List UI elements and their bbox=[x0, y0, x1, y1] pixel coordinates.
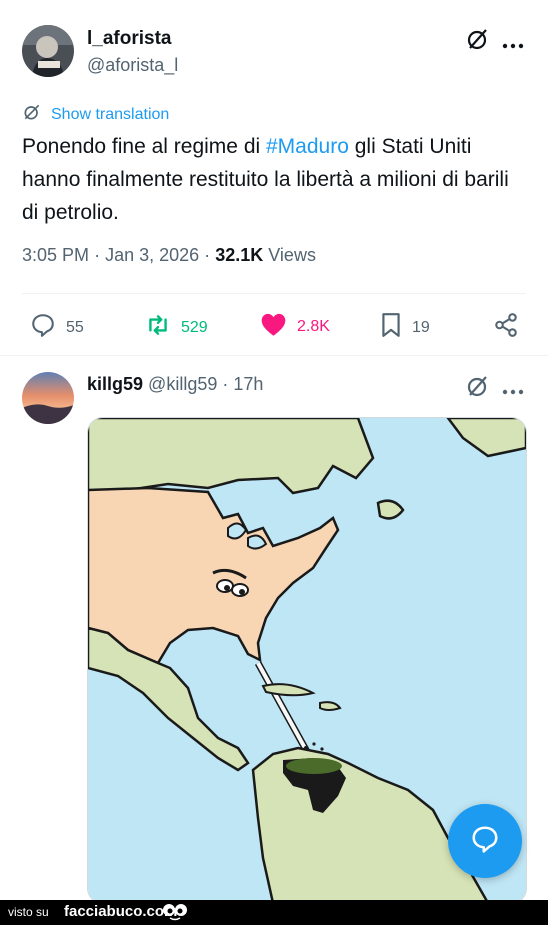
views-count: 32.1K bbox=[215, 245, 264, 265]
heart-icon bbox=[260, 312, 287, 342]
reply-avatar[interactable] bbox=[22, 372, 74, 424]
retweet-button[interactable]: 529 bbox=[145, 312, 208, 343]
reply-icon bbox=[30, 312, 56, 343]
tweet-text-before: Ponendo fine al regime di bbox=[22, 135, 266, 158]
visto-su-label: visto su bbox=[8, 905, 49, 919]
views-label: Views bbox=[268, 245, 316, 265]
like-count: 2.8K bbox=[297, 318, 330, 335]
grok-icon[interactable] bbox=[466, 27, 490, 51]
more-options-icon[interactable] bbox=[502, 36, 524, 49]
like-button[interactable]: 2.8K bbox=[260, 312, 330, 342]
watermark-bar: visto su facciabuco.com bbox=[0, 900, 548, 925]
tweet-metadata: 3:05 PM · Jan 3, 2026 · 32.1K Views bbox=[22, 245, 316, 266]
reply-separator: · bbox=[222, 374, 229, 394]
brand-label: facciabuco.com bbox=[64, 903, 178, 920]
brand-logo-icon bbox=[162, 902, 188, 927]
bookmark-count: 19 bbox=[412, 318, 430, 336]
reply-count: 55 bbox=[66, 318, 84, 336]
tweet-text: Ponendo fine al regime di #Maduro gli St… bbox=[22, 130, 522, 229]
retweet-icon bbox=[145, 312, 171, 343]
retweet-count: 529 bbox=[181, 318, 208, 336]
divider bbox=[0, 355, 548, 356]
tweet-time[interactable]: 3:05 PM bbox=[22, 245, 89, 265]
divider bbox=[22, 293, 526, 294]
reply-author-handle[interactable]: @killg59 bbox=[148, 374, 217, 394]
meta-separator: · bbox=[204, 245, 211, 265]
reply-author-name[interactable]: killg59 bbox=[87, 374, 143, 394]
hashtag-link[interactable]: #Maduro bbox=[266, 135, 349, 158]
bookmark-button[interactable]: 19 bbox=[380, 312, 430, 343]
author-name[interactable]: l_aforista bbox=[87, 28, 171, 50]
show-translation-link[interactable]: Show translation bbox=[22, 102, 169, 127]
author-handle[interactable]: @aforista_l bbox=[87, 55, 178, 76]
reply-header: killg59 @killg59 · 17h bbox=[87, 374, 263, 395]
share-icon[interactable] bbox=[493, 312, 519, 338]
tweet-date[interactable]: Jan 3, 2026 bbox=[105, 245, 199, 265]
author-avatar[interactable] bbox=[22, 25, 74, 77]
translate-icon bbox=[22, 102, 42, 127]
chat-bubble-icon bbox=[470, 824, 500, 859]
bookmark-icon bbox=[380, 312, 402, 343]
reply-age[interactable]: 17h bbox=[233, 374, 263, 394]
grok-icon[interactable] bbox=[466, 374, 490, 398]
reply-button[interactable]: 55 bbox=[30, 312, 84, 343]
more-options-icon[interactable] bbox=[502, 382, 524, 395]
chat-fab-button[interactable] bbox=[448, 804, 522, 878]
meta-separator: · bbox=[94, 245, 101, 265]
show-translation-label: Show translation bbox=[51, 105, 170, 123]
